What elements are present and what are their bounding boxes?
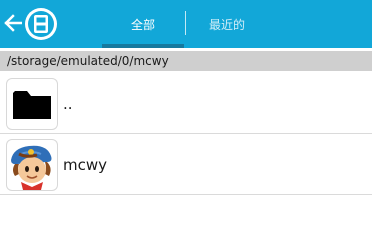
list-item-mcwy[interactable]: mcwy	[0, 137, 372, 193]
tab-divider	[185, 11, 186, 35]
app-logo-icon	[25, 8, 57, 40]
tab-recent-label: 最近的	[208, 17, 245, 32]
back-button[interactable]	[2, 9, 24, 37]
file-name: mcwy	[63, 156, 108, 174]
selected-tab-indicator	[102, 44, 184, 48]
current-path: /storage/emulated/0/mcwy	[7, 54, 169, 68]
list-item-parent-folder[interactable]: ..	[0, 76, 372, 132]
tab-recent[interactable]: 最近的	[187, 0, 267, 48]
folder-icon	[7, 79, 57, 129]
list-divider	[0, 133, 372, 134]
cowboy-character-icon	[7, 140, 57, 190]
file-name: ..	[63, 95, 73, 113]
tab-all[interactable]: 全部	[100, 0, 186, 48]
app-bar: 全部 最近的	[0, 0, 372, 48]
back-arrow-icon	[4, 14, 22, 32]
list-divider	[0, 194, 372, 195]
tab-all-label: 全部	[130, 17, 155, 32]
path-bar: /storage/emulated/0/mcwy	[0, 51, 372, 71]
